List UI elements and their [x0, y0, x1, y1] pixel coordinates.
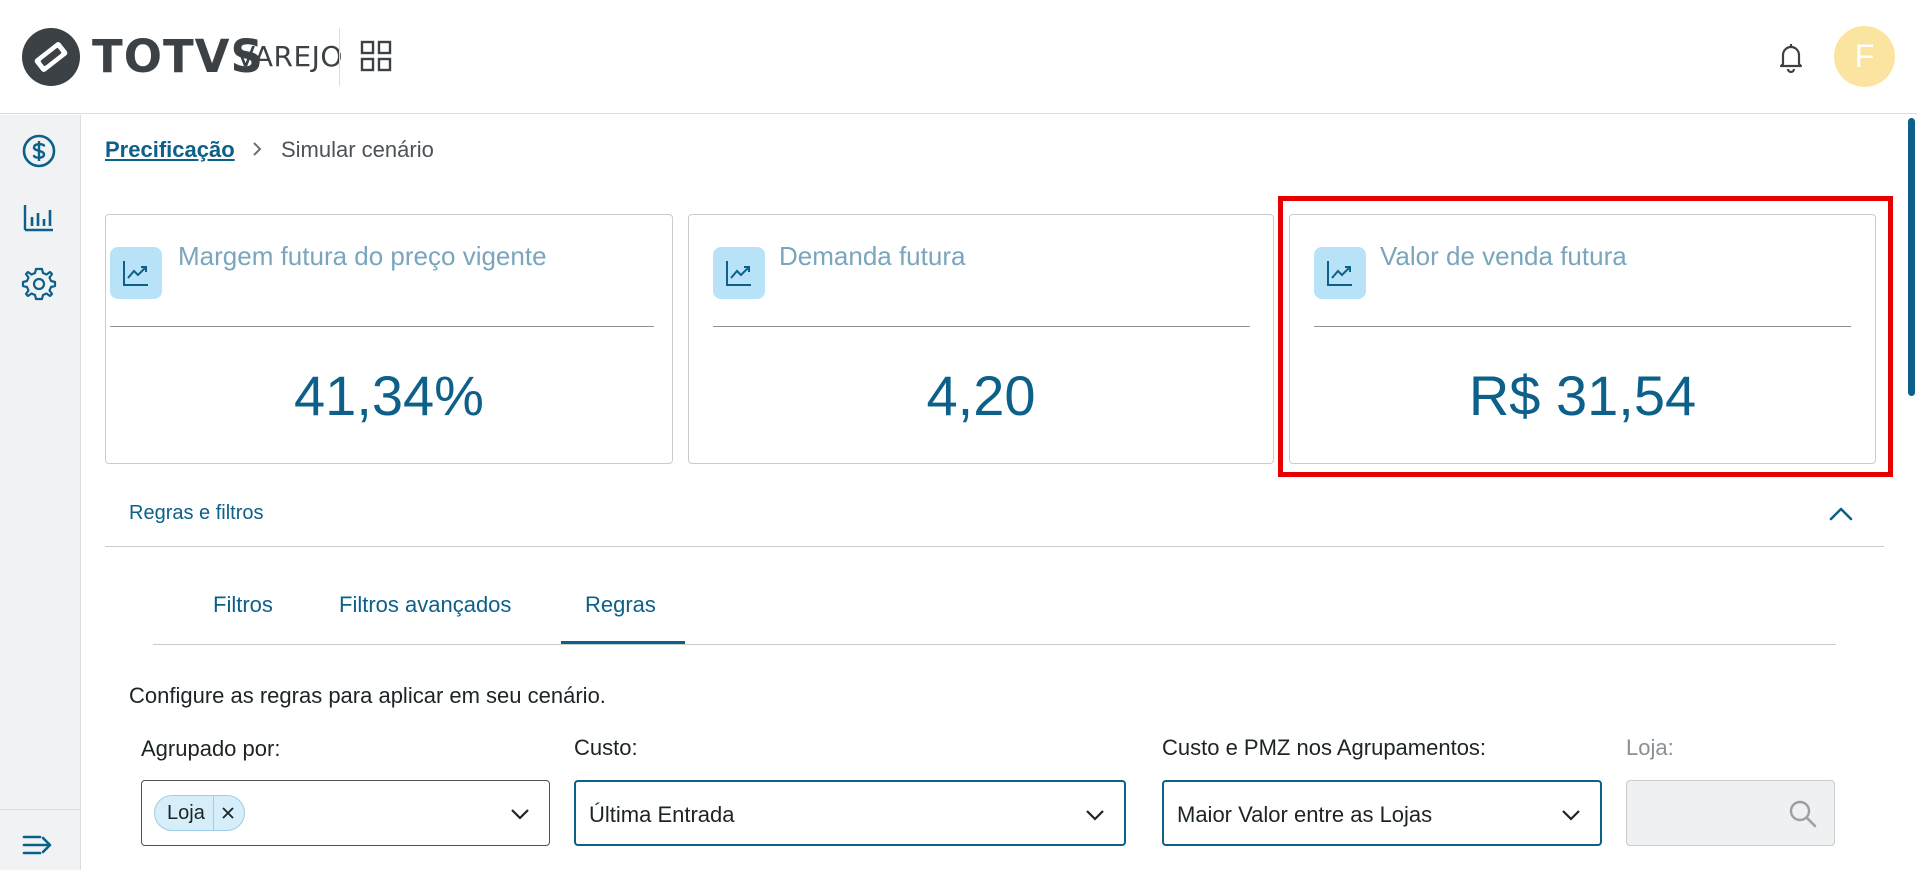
grouped-by-select[interactable]: Loja	[141, 780, 550, 846]
highlight-box	[1278, 196, 1893, 477]
tag-divider	[212, 796, 214, 830]
grouped-by-label: Agrupado por:	[141, 736, 281, 761]
cost-select[interactable]: Última Entrada	[574, 780, 1126, 846]
store-search-input[interactable]	[1626, 780, 1835, 846]
sidebar-divider	[0, 809, 80, 810]
breadcrumb-current: Simular cenário	[281, 137, 434, 162]
cost-label: Custo:	[574, 735, 638, 760]
brand-subtitle: VAREJO	[236, 40, 343, 73]
card-divider	[713, 326, 1250, 327]
chevron-right-icon	[253, 142, 262, 156]
tab-filtros-avancados[interactable]: Filtros avançados	[339, 592, 511, 618]
tab-regras[interactable]: Regras	[585, 592, 656, 618]
chevron-down-icon[interactable]	[1084, 804, 1106, 826]
chevron-down-icon[interactable]	[509, 803, 531, 825]
active-tab-indicator	[561, 641, 685, 644]
chevron-up-icon[interactable]	[1827, 500, 1855, 528]
tabs-divider	[153, 644, 1836, 645]
tag-loja: Loja	[154, 795, 245, 831]
apps-grid-icon[interactable]	[360, 40, 392, 72]
bell-icon[interactable]	[1774, 40, 1808, 74]
card-title: Demanda futura	[779, 241, 966, 271]
cost-pmz-value: Maior Valor entre as Lojas	[1177, 802, 1433, 827]
cost-value: Última Entrada	[589, 802, 735, 827]
section-divider	[105, 546, 1884, 547]
bar-chart-icon[interactable]	[20, 199, 58, 237]
app-header: TOTVS VAREJO F	[0, 0, 1917, 114]
search-icon[interactable]	[1788, 799, 1818, 829]
card-value: 4,20	[926, 364, 1036, 427]
section-title-rules-filters[interactable]: Regras e filtros	[129, 502, 264, 525]
close-icon[interactable]	[220, 805, 236, 821]
tag-label: Loja	[167, 801, 205, 824]
rules-description: Configure as regras para aplicar em seu …	[129, 683, 606, 708]
trending-chart-icon	[110, 247, 162, 299]
card-value: 41,34%	[294, 364, 484, 427]
card-divider	[110, 326, 654, 327]
totvs-logo-icon[interactable]	[20, 26, 82, 88]
card-future-margin: Margem futura do preço vigente 41,34%	[105, 214, 673, 464]
cost-pmz-select[interactable]: Maior Valor entre as Lojas	[1162, 780, 1602, 846]
store-label: Loja:	[1626, 735, 1674, 760]
tab-filtros[interactable]: Filtros	[213, 592, 273, 618]
expand-menu-icon[interactable]	[20, 826, 58, 864]
dollar-circle-icon[interactable]	[20, 132, 58, 170]
cost-pmz-label: Custo e PMZ nos Agrupamentos:	[1162, 735, 1487, 760]
breadcrumb-link-precificacao[interactable]: Precificação	[105, 137, 235, 163]
gear-icon[interactable]	[20, 265, 58, 303]
header-divider	[339, 28, 340, 86]
user-avatar[interactable]: F	[1834, 26, 1895, 87]
card-future-demand: Demanda futura 4,20	[688, 214, 1274, 464]
trending-chart-icon	[713, 247, 765, 299]
scrollbar-thumb[interactable]	[1908, 118, 1915, 396]
chevron-down-icon[interactable]	[1560, 804, 1582, 826]
card-title: Margem futura do preço vigente	[178, 241, 547, 271]
sidebar	[0, 115, 81, 870]
